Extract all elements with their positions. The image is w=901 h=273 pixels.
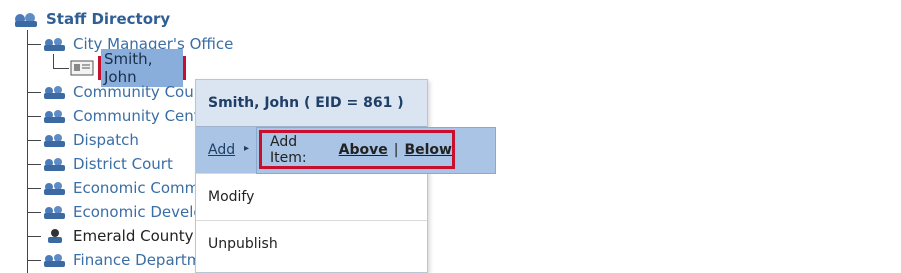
group-icon <box>44 206 65 219</box>
tree-item-label: Finance Departm <box>73 251 202 269</box>
tree-item-label: Economic Comm <box>73 179 200 197</box>
add-above-link[interactable]: Above <box>339 142 388 158</box>
add-below-link[interactable]: Below <box>404 142 452 158</box>
group-icon <box>44 38 65 51</box>
group-icon <box>44 158 65 171</box>
add-menu-label: Add <box>208 142 236 158</box>
tree-item[interactable]: Emerald County <box>42 225 194 247</box>
group-icon <box>44 134 65 147</box>
tree-item-label: Economic Develo <box>73 203 203 221</box>
connector <box>27 44 41 45</box>
connector <box>27 92 41 93</box>
connector <box>27 164 41 165</box>
tree-item[interactable]: Community Cour <box>42 81 200 103</box>
submenu-arrow-icon: ▸ <box>244 143 250 154</box>
unpublish-menu-item[interactable]: Unpublish <box>196 221 427 267</box>
group-icon <box>15 13 37 27</box>
tree-item[interactable]: Economic Comm <box>42 177 199 199</box>
tree-item-label: District Court <box>73 155 173 173</box>
tree-item-label: Emerald County <box>73 227 194 245</box>
group-icon <box>44 86 65 99</box>
person-icon <box>48 229 62 243</box>
connector <box>27 236 41 237</box>
connector <box>27 140 41 141</box>
connector <box>27 260 41 261</box>
context-menu: Smith, John ( EID = 861 ) Add ▸ Modify U… <box>195 79 428 273</box>
group-icon <box>44 254 65 267</box>
group-icon <box>44 110 65 123</box>
connector <box>53 68 69 69</box>
tree-item[interactable]: Economic Develo <box>42 201 203 223</box>
add-submenu: Add Item: Above | Below <box>256 127 496 174</box>
group-icon <box>44 182 65 195</box>
selected-person[interactable]: Smith, John <box>98 49 186 87</box>
separator: | <box>393 141 399 158</box>
tree-item[interactable]: Finance Departm <box>42 249 201 271</box>
tree-item[interactable]: Community Cent <box>42 105 200 127</box>
modify-menu-item[interactable]: Modify <box>196 174 427 221</box>
connector <box>27 212 41 213</box>
tree-item-label: Community Cent <box>73 107 200 125</box>
tree-root[interactable]: Staff Directory <box>12 8 170 30</box>
tree-item-label: Dispatch <box>73 131 139 149</box>
tree-item[interactable]: Dispatch <box>42 129 139 151</box>
add-item-options: Add Item: Above | Below <box>259 130 455 169</box>
tree-item[interactable]: District Court <box>42 153 173 175</box>
add-item-prefix: Add Item: <box>270 133 307 166</box>
tree-root-label: Staff Directory <box>46 10 171 28</box>
connector <box>53 54 54 68</box>
context-menu-header: Smith, John ( EID = 861 ) <box>196 80 427 127</box>
connector <box>27 188 41 189</box>
connector <box>27 116 41 117</box>
tree-item-label: Community Cour <box>73 83 200 101</box>
person-card-icon <box>70 60 94 76</box>
